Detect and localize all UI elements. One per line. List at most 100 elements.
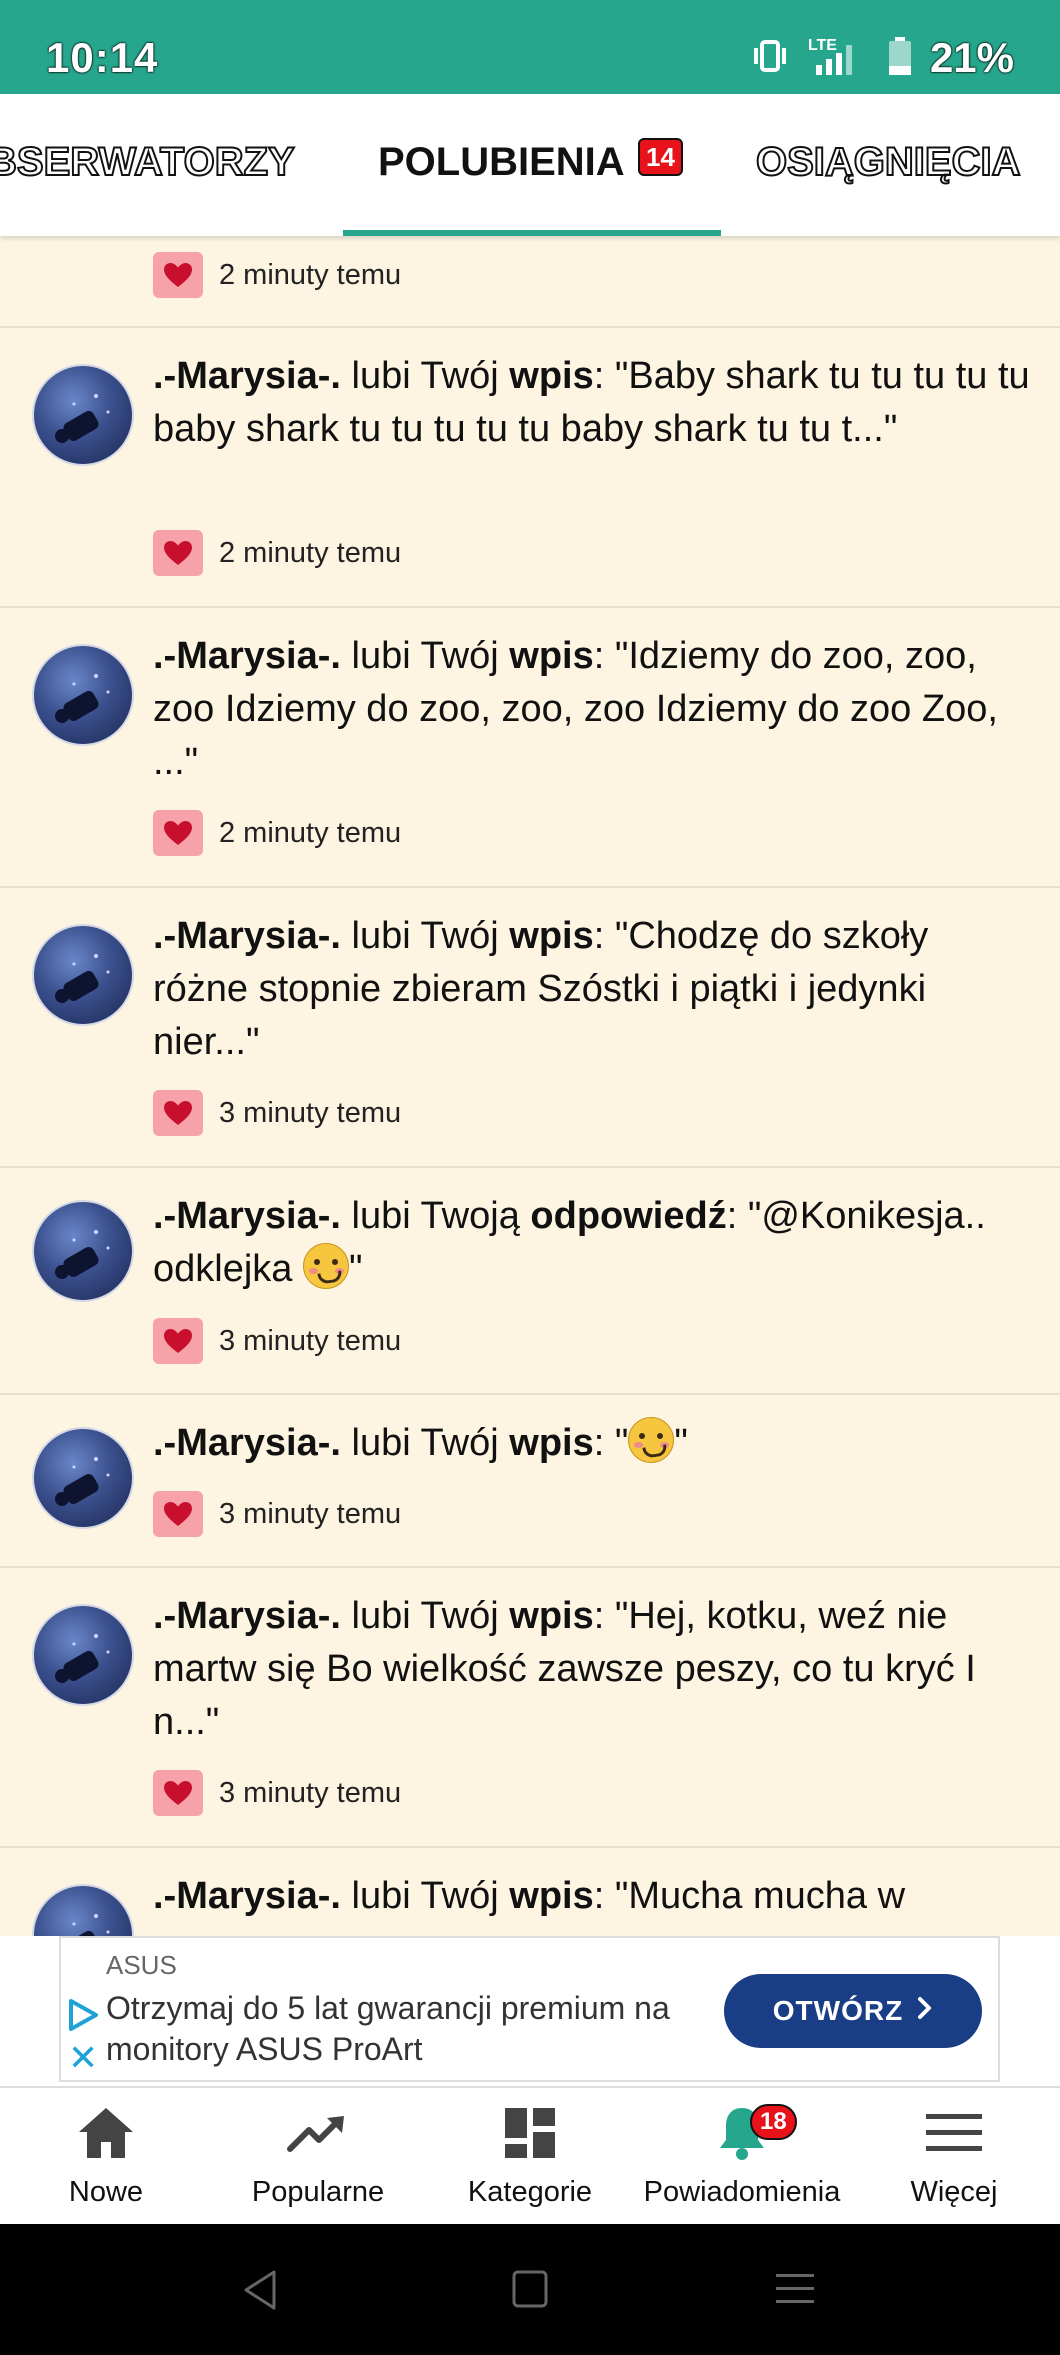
verb: lubi Twój: [351, 635, 499, 677]
quote: "Mucha mucha w: [614, 1875, 906, 1917]
avatar[interactable]: [32, 1604, 134, 1706]
tab-observers[interactable]: BSERWATORZY: [0, 139, 296, 185]
list-item[interactable]: .-Marysia-. lubi Twój wpis: "Mucha mucha…: [0, 1848, 1060, 1936]
user-name[interactable]: .-Marysia-.: [153, 1595, 341, 1637]
tab-likes[interactable]: POLUBIENIA: [378, 140, 625, 185]
bell-icon: [642, 2102, 842, 2164]
nav-label: Powiadomienia: [643, 2176, 841, 2208]
heart-icon: [153, 1318, 203, 1364]
item-meta: 3 minuty temu: [153, 1318, 401, 1364]
ad-brand: ASUS: [106, 1950, 177, 1980]
object-type[interactable]: wpis: [509, 1422, 593, 1464]
notification-text: .-Marysia-. lubi Twój wpis: "Chodzę do s…: [153, 915, 929, 1063]
item-meta: 3 minuty temu: [153, 1491, 401, 1537]
notification-text: .-Marysia-. lubi Twój wpis: "Hej, kotku,…: [153, 1595, 976, 1743]
battery-percent: 21%: [929, 34, 1014, 81]
heart-icon: [153, 1770, 203, 1816]
timestamp: 3 minuty temu: [219, 1324, 402, 1357]
heart-icon: [153, 530, 203, 576]
list-item[interactable]: .-Marysia-. lubi Twój wpis: " " 3 minuty …: [0, 1395, 1060, 1568]
timestamp: 2 minuty temu: [219, 816, 402, 849]
verb: lubi Twój: [351, 355, 499, 397]
status-icons: LTE 21%: [750, 34, 1014, 82]
list-item[interactable]: .-Marysia-. lubi Twój wpis: "Baby shark …: [0, 328, 1060, 608]
verb: lubi Twój: [351, 1875, 499, 1917]
item-meta: 2 minuty temu: [153, 810, 401, 856]
avatar[interactable]: [32, 1884, 134, 1936]
status-time: 10:14: [46, 34, 159, 81]
user-name[interactable]: .-Marysia-.: [153, 635, 341, 677]
nav-label: Więcej: [910, 2176, 998, 2208]
list-item[interactable]: .-Marysia-. lubi Twoją odpowiedź: "@Koni…: [0, 1168, 1060, 1395]
user-name[interactable]: .-Marysia-.: [153, 1195, 341, 1237]
status-bar: 10:14 LTE 21%: [0, 0, 1060, 94]
close-icon[interactable]: ✕: [68, 2040, 98, 2076]
object-type[interactable]: wpis: [509, 635, 593, 677]
ad-text: Otrzymaj do 5 lat gwarancji premium na m…: [106, 1990, 670, 2067]
nav-item-new[interactable]: Nowe: [6, 2102, 206, 2209]
object-type[interactable]: wpis: [509, 355, 593, 397]
ad-open-button[interactable]: OTWÓRZ: [724, 1974, 982, 2048]
object-type[interactable]: wpis: [509, 1875, 593, 1917]
notification-text: .-Marysia-. lubi Twój wpis: "Mucha mucha…: [153, 1875, 906, 1917]
nav-item-more[interactable]: Więcej: [854, 2102, 1054, 2209]
verb: lubi Twój: [351, 915, 499, 957]
vibrate-icon: [750, 39, 790, 78]
tab-likes-badge: 14: [638, 138, 683, 176]
ad-choices-icon[interactable]: [66, 1998, 100, 2037]
object-type[interactable]: wpis: [509, 1595, 593, 1637]
nav-item-notifications[interactable]: 18 Powiadomienia: [642, 2102, 842, 2209]
chevron-right-icon: [917, 1995, 933, 2027]
back-icon[interactable]: [240, 2268, 280, 2317]
nav-label: Popularne: [251, 2176, 385, 2208]
list-item[interactable]: .-Marysia-. lubi Twój wpis: "Hej, kotku,…: [0, 1568, 1060, 1848]
object-type[interactable]: odpowiedź: [530, 1195, 726, 1237]
item-meta: 3 minuty temu: [153, 1770, 401, 1816]
list-item[interactable]: 2 minuty temu: [0, 236, 1060, 328]
item-meta: 2 minuty temu: [153, 530, 401, 576]
notification-text: .-Marysia-. lubi Twój wpis: "Baby shark …: [153, 355, 1030, 450]
avatar[interactable]: [32, 364, 134, 466]
nav-item-categories[interactable]: Kategorie: [430, 2102, 630, 2209]
ad-banner[interactable]: ASUS ✕ Otrzymaj do 5 lat gwarancji premi…: [0, 1936, 1060, 2086]
heart-icon: [153, 252, 203, 298]
menu-icon: [854, 2102, 1054, 2164]
active-tab-indicator: [343, 230, 721, 236]
tab-achievements[interactable]: OSIĄGNIĘCIA: [755, 139, 1021, 185]
woozy-face-emoji-icon: [302, 1243, 349, 1289]
list-item[interactable]: .-Marysia-. lubi Twój wpis: "Idziemy do …: [0, 608, 1060, 888]
avatar[interactable]: [32, 1200, 134, 1302]
avatar[interactable]: [32, 1427, 134, 1529]
heart-icon: [153, 1491, 203, 1537]
timestamp: 3 minuty temu: [219, 1096, 402, 1129]
trending-icon: [218, 2102, 418, 2164]
nav-item-popular[interactable]: Popularne: [218, 2102, 418, 2209]
signal-icon: LTE: [808, 37, 870, 75]
recents-icon[interactable]: [776, 2270, 814, 2313]
system-navigation-bar: [0, 2224, 1060, 2355]
notification-list[interactable]: 2 minuty temu .-Marysia-. lubi Twój wpis…: [0, 236, 1060, 1936]
verb: lubi Twoją: [351, 1195, 520, 1237]
user-name[interactable]: .-Marysia-.: [153, 1875, 341, 1917]
heart-icon: [153, 810, 203, 856]
user-name[interactable]: .-Marysia-.: [153, 1422, 341, 1464]
notification-text: .-Marysia-. lubi Twoją odpowiedź: "@Koni…: [153, 1195, 986, 1290]
notification-text: .-Marysia-. lubi Twój wpis: " ": [153, 1417, 1033, 1470]
quote: ": [614, 1422, 629, 1464]
user-name[interactable]: .-Marysia-.: [153, 915, 341, 957]
ad-open-label: OTWÓRZ: [772, 1995, 904, 2026]
quote-end: ": [348, 1248, 363, 1290]
avatar[interactable]: [32, 924, 134, 1026]
avatar[interactable]: [32, 644, 134, 746]
user-name[interactable]: .-Marysia-.: [153, 355, 341, 397]
bottom-navigation: Nowe Popularne Kategorie 18 Powiadomieni…: [0, 2086, 1060, 2224]
list-item[interactable]: .-Marysia-. lubi Twój wpis: "Chodzę do s…: [0, 888, 1060, 1168]
home-button-icon[interactable]: [512, 2270, 548, 2313]
object-type[interactable]: wpis: [509, 915, 593, 957]
nav-label: Nowe: [68, 2176, 144, 2208]
battery-icon: [888, 36, 912, 80]
timestamp: 2 minuty temu: [219, 536, 402, 569]
item-meta: 3 minuty temu: [153, 1090, 401, 1136]
nav-label: Kategorie: [467, 2176, 593, 2208]
verb: lubi Twój: [351, 1422, 499, 1464]
